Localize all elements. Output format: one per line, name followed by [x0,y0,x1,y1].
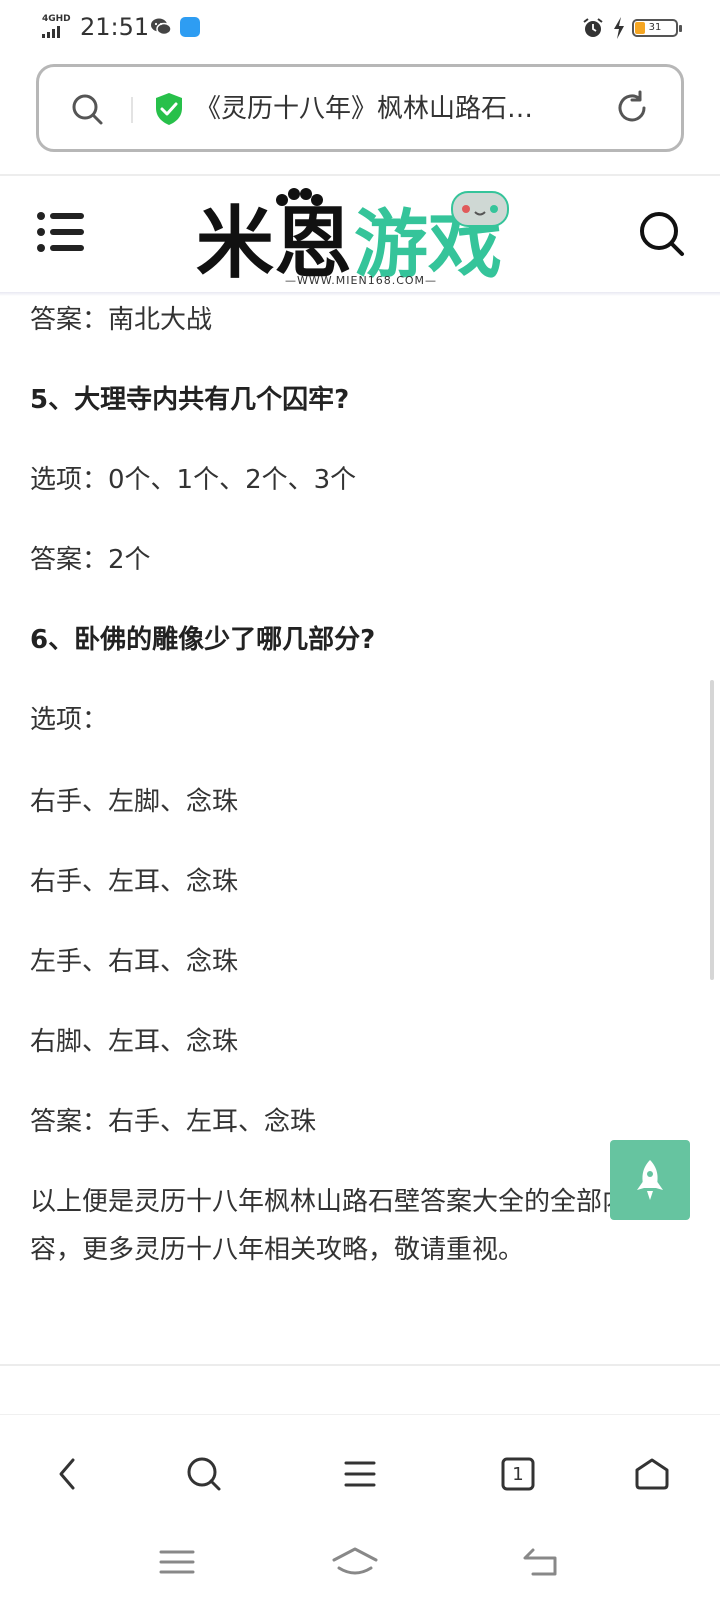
back-to-top-button[interactable] [610,1140,690,1220]
question-6: 6、卧佛的雕像少了哪几部分? [30,625,376,655]
recents-icon [159,1550,195,1574]
browser-toolbar: 1 [0,1424,720,1524]
reload-icon[interactable] [613,89,651,127]
menu-icon[interactable] [36,210,84,254]
home-icon [635,1458,669,1490]
address-bar[interactable]: 《灵历十八年》枫林山路石… [36,64,684,152]
recents-button[interactable] [152,1542,202,1582]
summary-paragraph: 以上便是灵历十八年枫林山路石壁答案大全的全部内容，更多灵历十八年相关攻略，敬请重… [30,1187,629,1265]
divider [0,1364,720,1366]
list-menu-icon [344,1461,376,1487]
rocket-icon [637,1160,663,1200]
system-home-button[interactable] [330,1542,380,1582]
app-notification-icon [180,17,200,37]
network-type: 4GHD [42,14,71,24]
menu-button[interactable] [330,1444,390,1504]
wechat-icon [151,18,172,36]
back-button[interactable] [38,1444,98,1504]
address-separator [131,97,133,123]
question-5: 5、大理寺内共有几个囚牢? [30,385,350,415]
system-back-icon [523,1548,557,1576]
site-logo[interactable]: 米恩 游戏 —WWW.MIEN168.COM— [196,184,526,289]
logo-url: —WWW.MIEN168.COM— [285,274,437,287]
status-bar: 4GHD 21:51 31 [0,0,720,56]
tabs-button[interactable]: 1 [488,1444,548,1504]
options-line: 选项：0个、1个、2个、3个 [30,465,357,495]
page-title[interactable]: 《灵历十八年》枫林山路石… [195,87,599,131]
divider [0,1414,720,1415]
system-back-button[interactable] [516,1542,566,1582]
scroll-indicator[interactable] [710,680,714,980]
logo-graphic: 米恩 游戏 —WWW.MIEN168.COM— [196,188,509,289]
signal-icon [42,26,60,38]
system-home-icon [332,1547,378,1575]
system-navigation-bar [0,1530,720,1600]
header-shadow [0,292,720,296]
home-button[interactable] [622,1444,682,1504]
options-label: 选项： [30,705,109,735]
answer-line: 答案：2个 [30,545,151,575]
option-item: 左手、右耳、念珠 [30,947,239,977]
battery-icon: 31 [632,19,682,37]
answer-line: 答案：右手、左耳、念珠 [30,1107,317,1137]
search-button[interactable] [174,1444,234,1504]
site-header: 米恩 游戏 —WWW.MIEN168.COM— [0,176,720,292]
back-icon [59,1458,75,1490]
tab-count: 1 [512,1463,524,1485]
alarm-icon [583,18,603,37]
charging-icon [614,17,624,39]
shield-icon [156,93,182,125]
option-item: 右手、左脚、念珠 [30,787,239,817]
search-icon[interactable] [69,91,105,127]
answer-line: 答案：南北大战 [30,305,213,335]
battery-level: 31 [648,22,662,33]
option-item: 右手、左耳、念珠 [30,867,239,897]
site-search-icon[interactable] [638,210,686,258]
clock: 21:51 [80,13,150,41]
option-item: 右脚、左耳、念珠 [30,1027,239,1057]
search-icon [187,1457,221,1491]
